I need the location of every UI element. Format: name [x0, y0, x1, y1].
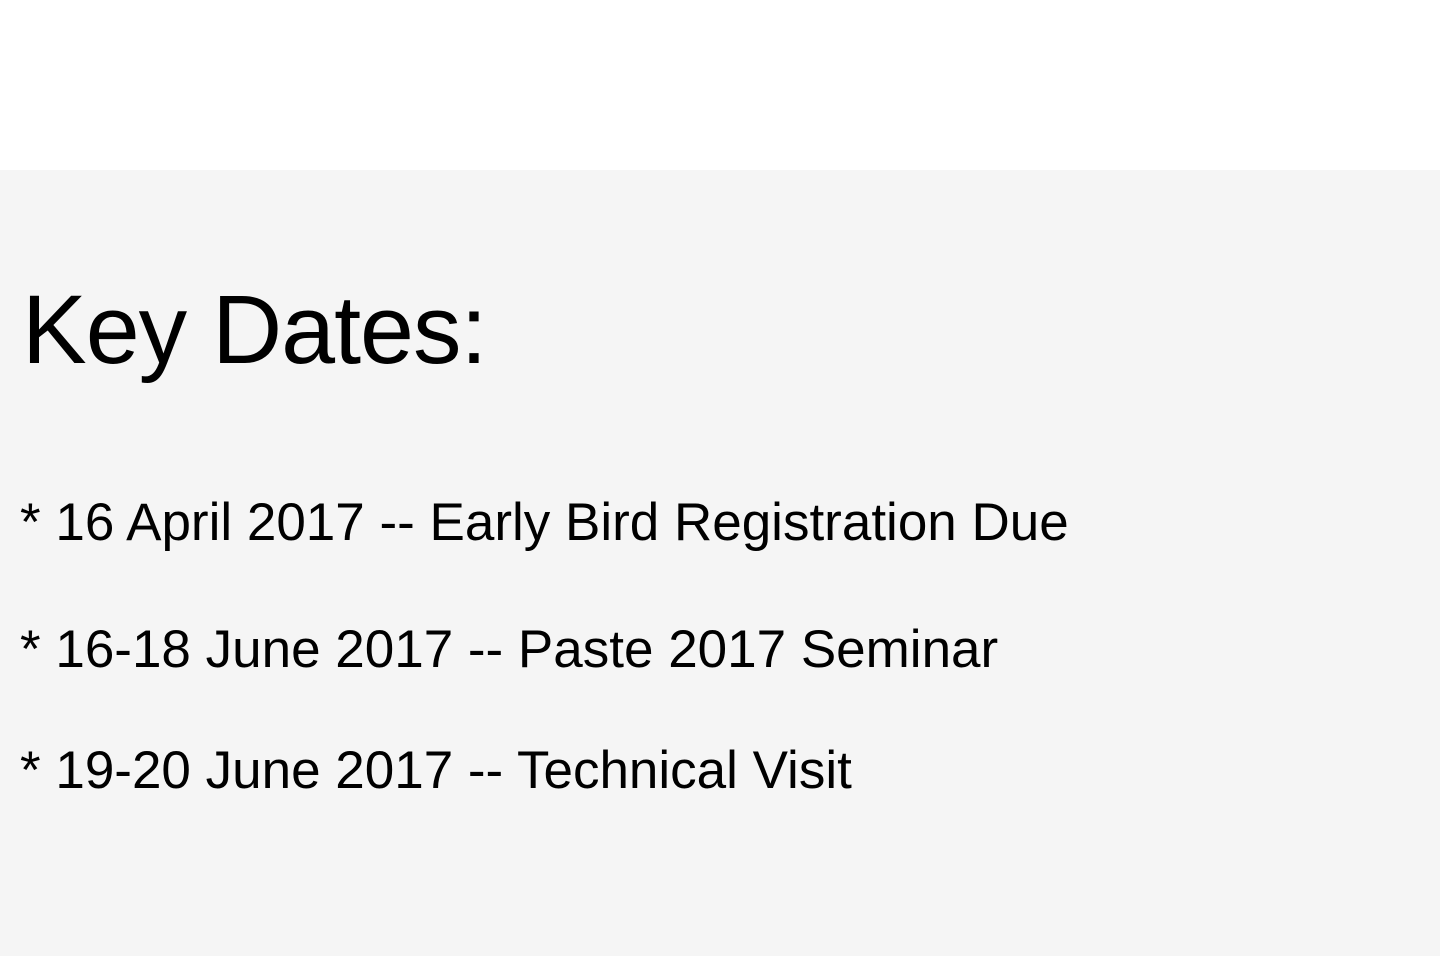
- key-dates-heading: Key Dates:: [22, 275, 487, 384]
- key-dates-panel: Key Dates: * 16 April 2017 -- Early Bird…: [0, 170, 1440, 956]
- key-date-technical-visit: * 19-20 June 2017 -- Technical Visit: [20, 741, 852, 800]
- key-date-seminar: * 16-18 June 2017 -- Paste 2017 Seminar: [20, 620, 999, 679]
- key-date-early-bird: * 16 April 2017 -- Early Bird Registrati…: [20, 493, 1069, 552]
- top-blank-area: [0, 0, 1440, 170]
